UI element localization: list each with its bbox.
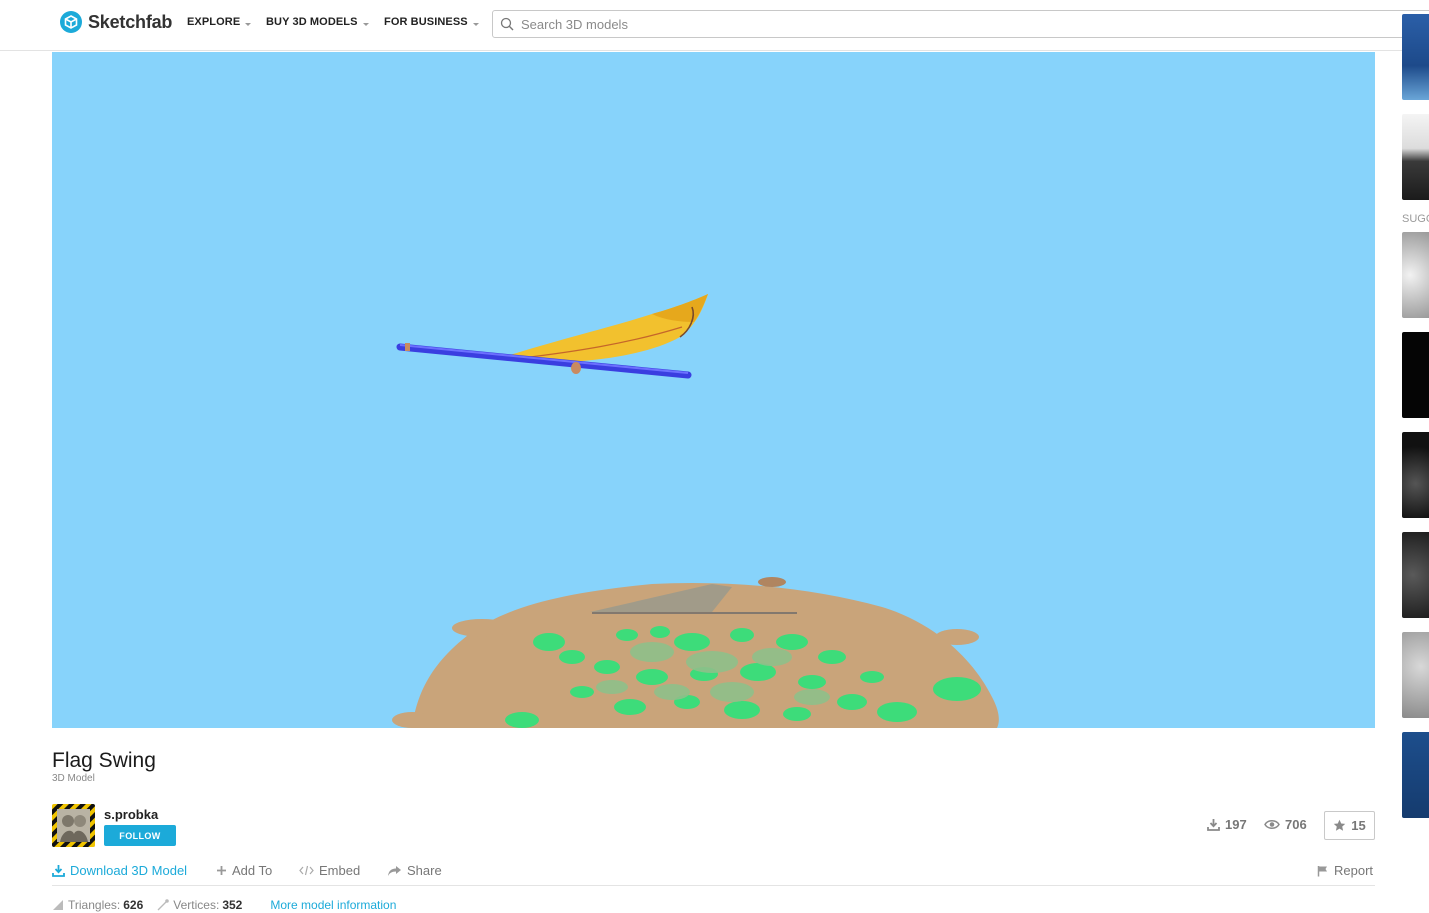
nav-business-label: FOR BUSINESS [384, 16, 468, 28]
download-count-value: 197 [1225, 817, 1247, 832]
download-model-label: Download 3D Model [70, 863, 188, 878]
chevron-down-icon [245, 22, 252, 26]
share-label: Share [407, 863, 442, 878]
related-models-sidebar: SUGG [1402, 14, 1429, 852]
view-count: 706 [1264, 817, 1307, 832]
chevron-down-icon [472, 22, 479, 26]
download-count: 197 [1207, 817, 1247, 832]
suggested-model-thumbnail[interactable] [1402, 732, 1429, 818]
search-box[interactable] [492, 10, 1429, 38]
model-actions-bar: Download 3D Model Add To Embed Share Rep… [52, 862, 1375, 886]
more-model-information-link[interactable]: More model information [270, 898, 396, 912]
star-icon [1334, 819, 1346, 831]
related-model-thumbnail[interactable] [1402, 114, 1429, 200]
sketchfab-logo-icon [60, 11, 82, 33]
code-icon [299, 865, 314, 876]
model-scene [52, 52, 1375, 728]
suggested-section-label: SUGG [1402, 213, 1429, 225]
add-to-button[interactable]: Add To [216, 863, 272, 878]
triangles-stat: Triangles: 626 [52, 898, 143, 912]
sketchfab-logo[interactable]: Sketchfab [60, 11, 172, 33]
plus-icon [217, 866, 226, 875]
vertices-label: Vertices: [173, 898, 220, 912]
share-icon [388, 865, 401, 876]
model-stats-row: Triangles: 626 Vertices: 352 More model … [52, 898, 396, 913]
suggested-model-thumbnail[interactable] [1402, 332, 1429, 418]
flag-icon [1317, 865, 1327, 876]
model-type-label: 3D Model [52, 773, 95, 784]
like-button[interactable]: 15 [1324, 811, 1375, 840]
triangles-value: 626 [123, 898, 144, 912]
follow-button[interactable]: FOLLOW [104, 825, 176, 846]
download-model-link[interactable]: Download 3D Model [52, 863, 187, 878]
share-button[interactable]: Share [387, 863, 442, 878]
author-avatar[interactable] [52, 804, 95, 847]
report-label: Report [1334, 863, 1374, 878]
nav-buy-label: BUY 3D MODELS [266, 16, 358, 28]
eye-icon [1264, 820, 1280, 829]
like-count-value: 15 [1351, 818, 1366, 833]
suggested-model-thumbnail[interactable] [1402, 532, 1429, 618]
search-icon [500, 17, 514, 31]
add-to-label: Add To [232, 863, 273, 878]
vertex-icon [157, 899, 170, 911]
model-title: Flag Swing [52, 749, 156, 772]
related-model-thumbnail[interactable] [1402, 14, 1429, 100]
download-icon [52, 865, 65, 877]
triangles-label: Triangles: [68, 898, 121, 912]
author-name[interactable]: s.probka [104, 807, 158, 822]
suggested-model-thumbnail[interactable] [1402, 632, 1429, 718]
suggested-model-thumbnail[interactable] [1402, 432, 1429, 518]
download-icon [1207, 819, 1220, 831]
nav-buy-3d-models[interactable]: BUY 3D MODELS [266, 16, 369, 28]
embed-button[interactable]: Embed [299, 863, 360, 878]
search-input[interactable] [521, 16, 1401, 32]
nav-explore-label: EXPLORE [187, 16, 241, 28]
suggested-model-thumbnail[interactable] [1402, 232, 1429, 318]
triangle-icon [53, 900, 63, 910]
report-button[interactable]: Report [1317, 863, 1373, 878]
chevron-down-icon [362, 22, 369, 26]
vertices-value: 352 [222, 898, 243, 912]
embed-label: Embed [319, 863, 361, 878]
vertices-stat: Vertices: 352 [157, 898, 242, 912]
nav-explore[interactable]: EXPLORE [187, 16, 252, 28]
view-count-value: 706 [1285, 817, 1307, 832]
nav-for-business[interactable]: FOR BUSINESS [384, 16, 479, 28]
brand-name: Sketchfab [88, 11, 173, 32]
model-viewer[interactable] [52, 52, 1375, 728]
top-header: Sketchfab EXPLORE BUY 3D MODELS FOR BUSI… [0, 0, 1429, 51]
